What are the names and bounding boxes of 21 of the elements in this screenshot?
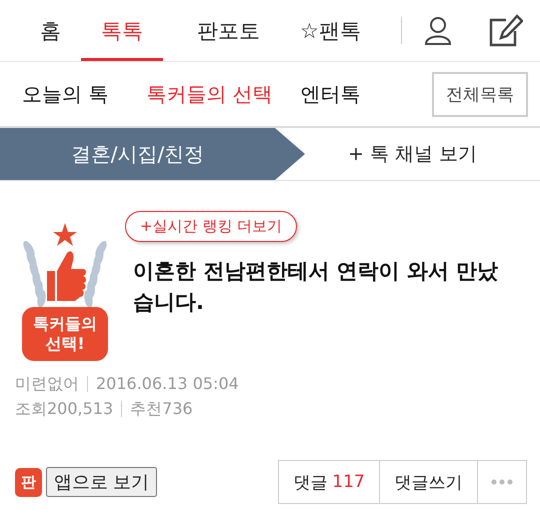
view-count: 조회200,513	[15, 398, 114, 420]
nav-tab[interactable]: 톡톡	[81, 0, 163, 61]
channel-more-link[interactable]: + 톡 채널 보기	[305, 128, 540, 180]
like-count: 추천736	[130, 398, 193, 420]
channel-tab[interactable]: 결혼/시집/친정	[0, 128, 305, 180]
author-name: 미련없어	[15, 373, 79, 395]
badge-label: 톡커들의 선택!	[22, 307, 108, 361]
nav-tab[interactable]: 판포토	[177, 0, 280, 61]
ranking-link[interactable]: +실시간 랭킹 더보기	[125, 211, 298, 242]
category-tab[interactable]: 오늘의 톡	[22, 80, 108, 108]
nav-tab[interactable]: ☆팬톡	[280, 0, 381, 61]
app-logo[interactable]: 판	[15, 468, 42, 496]
category-tab[interactable]: 엔터톡	[300, 80, 361, 108]
nav-tab[interactable]: 홈	[20, 0, 81, 61]
all-list-button[interactable]: 전체목록	[432, 72, 528, 116]
app-view-link[interactable]: 앱으로 보기	[46, 467, 158, 497]
write-comment-button[interactable]: 댓글쓰기	[380, 460, 478, 504]
comments-button[interactable]: 댓글 117	[278, 460, 380, 504]
post-date: 2016.06.13 05:04	[96, 373, 239, 395]
post-title: 이혼한 전남편한테서 연락이 와서 만났습니다.	[133, 258, 500, 316]
category-tab[interactable]: 톡커들의 선택	[146, 80, 273, 108]
